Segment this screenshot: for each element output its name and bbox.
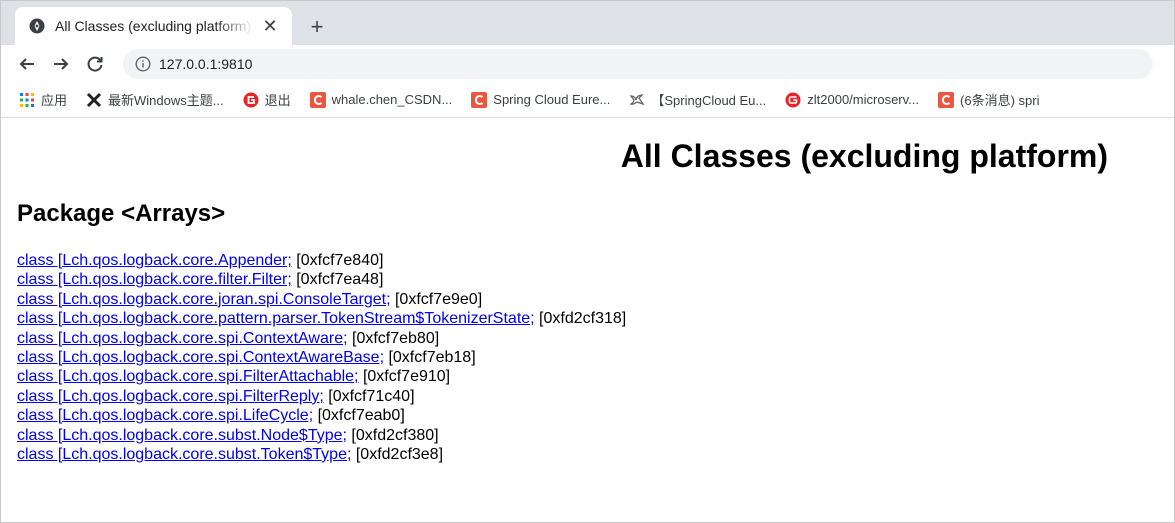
class-address: [0xfcf7e910] (358, 368, 451, 386)
bookmark-apps[interactable]: 应用 (19, 90, 67, 109)
tab-strip: All Classes (excluding platform) ✕ + (1, 1, 1174, 45)
reload-button[interactable] (81, 50, 109, 78)
bookmark-label: 应用 (41, 93, 68, 108)
back-button[interactable] (13, 50, 41, 78)
class-link[interactable]: class [Lch.qos.logback.core.spi.FilterRe… (17, 388, 324, 405)
csdn-c-icon (309, 91, 326, 108)
bookmark-label: 【SpringCloud Eu... (651, 93, 767, 108)
class-row: class [Lch.qos.logback.core.spi.FilterAt… (17, 367, 1158, 386)
class-list: class [Lch.qos.logback.core.Appender; [0… (17, 251, 1158, 464)
class-row: class [Lch.qos.logback.core.subst.Node$T… (17, 426, 1158, 445)
apps-grid-icon (20, 92, 34, 107)
bookmark-springcloud-eu[interactable]: 【SpringCloud Eu... (629, 90, 766, 109)
bookmark-windows-themes[interactable]: 最新Windows主题... (86, 90, 224, 109)
browser-window: All Classes (excluding platform) ✕ + 127… (0, 0, 1175, 523)
globe-icon (29, 18, 45, 34)
gitee-icon (785, 92, 801, 107)
bookmark-label: 退出 (264, 93, 291, 108)
bookmark-label: 最新Windows主题... (108, 93, 224, 108)
class-address: [0xfcf7eab0] (313, 407, 405, 425)
package-heading: Package <Arrays> (17, 200, 226, 227)
class-address: [0xfd2cf318] (534, 310, 627, 328)
class-row: class [Lch.qos.logback.core.joran.spi.Co… (17, 290, 1158, 309)
new-tab-button[interactable]: + (304, 14, 330, 40)
class-row: class [Lch.qos.logback.core.spi.LifeCycl… (17, 406, 1158, 425)
bookmark-label: (6条消息) spri (960, 93, 1040, 108)
red-circle-g-icon (243, 92, 259, 107)
csdn-c-icon (471, 91, 488, 108)
class-address: [0xfd2cf380] (346, 426, 439, 444)
class-row: class [Lch.qos.logback.core.spi.FilterRe… (17, 387, 1158, 406)
class-row: class [Lch.qos.logback.core.subst.Token$… (17, 445, 1158, 464)
bookmark-zlt2000[interactable]: zlt2000/microserv... (785, 92, 919, 108)
bookmarks-bar: 应用 最新Windows主题... 退出 whale.chen_CSDN... (1, 82, 1174, 118)
class-link[interactable]: class [Lch.qos.logback.core.joran.spi.Co… (17, 291, 391, 308)
arrow-left-icon (19, 57, 34, 70)
bird-icon (630, 93, 645, 105)
close-icon[interactable]: ✕ (260, 16, 280, 36)
class-link[interactable]: class [Lch.qos.logback.core.spi.FilterAt… (17, 368, 359, 385)
class-address: [0xfcf7eb18] (384, 348, 476, 366)
class-row: class [Lch.qos.logback.core.Appender; [0… (17, 251, 1158, 270)
bookmark-whale-csdn[interactable]: whale.chen_CSDN... (309, 91, 453, 108)
class-address: [0xfcf71c40] (323, 387, 415, 405)
class-row: class [Lch.qos.logback.core.spi.ContextA… (17, 329, 1158, 348)
info-icon[interactable] (135, 55, 151, 72)
page-content: All Classes (excluding platform) Package… (1, 137, 1174, 464)
address-bar[interactable]: 127.0.0.1:9810 (123, 48, 1153, 79)
class-address: [0xfcf7ea48] (291, 271, 384, 289)
arrow-right-icon (54, 57, 69, 70)
bookmark-label: zlt2000/microserv... (807, 92, 920, 107)
class-address: [0xfd2cf3e8] (351, 445, 444, 463)
class-row: class [Lch.qos.logback.core.pattern.pars… (17, 309, 1158, 328)
bookmark-label: Spring Cloud Eure... (493, 92, 611, 107)
class-link[interactable]: class [Lch.qos.logback.core.subst.Token$… (17, 446, 351, 463)
tab-active[interactable]: All Classes (excluding platform) ✕ (15, 7, 292, 45)
class-link[interactable]: class [Lch.qos.logback.core.pattern.pars… (17, 310, 535, 327)
class-link[interactable]: class [Lch.qos.logback.core.spi.ContextA… (17, 330, 348, 347)
forward-button[interactable] (47, 50, 75, 78)
class-address: [0xfcf7e840] (291, 252, 384, 269)
csdn-c-icon (938, 91, 955, 108)
class-address: [0xfcf7eb80] (347, 329, 440, 347)
class-row: class [Lch.qos.logback.core.spi.ContextA… (17, 348, 1158, 367)
class-link[interactable]: class [Lch.qos.logback.core.spi.ContextA… (17, 349, 384, 366)
bookmark-spring-cloud-eureka[interactable]: Spring Cloud Eure... (471, 91, 611, 108)
class-row: class [Lch.qos.logback.core.filter.Filte… (17, 270, 1158, 289)
x-logo-icon (86, 92, 102, 107)
tab-title: All Classes (excluding platform) (55, 18, 252, 34)
class-link[interactable]: class [Lch.qos.logback.core.Appender; (17, 252, 292, 269)
bookmark-logout[interactable]: 退出 (243, 90, 291, 109)
toolbar: 127.0.0.1:9810 (1, 45, 1174, 82)
bookmark-csdn-messages[interactable]: (6条消息) spri (938, 90, 1039, 109)
page-title: All Classes (excluding platform) (620, 138, 1108, 174)
reload-icon (87, 56, 103, 72)
class-link[interactable]: class [Lch.qos.logback.core.filter.Filte… (17, 271, 292, 288)
url-text: 127.0.0.1:9810 (159, 55, 253, 72)
class-address: [0xfcf7e9e0] (390, 290, 483, 308)
bookmark-label: whale.chen_CSDN... (331, 92, 453, 107)
class-link[interactable]: class [Lch.qos.logback.core.spi.LifeCycl… (17, 407, 313, 424)
class-link[interactable]: class [Lch.qos.logback.core.subst.Node$T… (17, 427, 347, 444)
